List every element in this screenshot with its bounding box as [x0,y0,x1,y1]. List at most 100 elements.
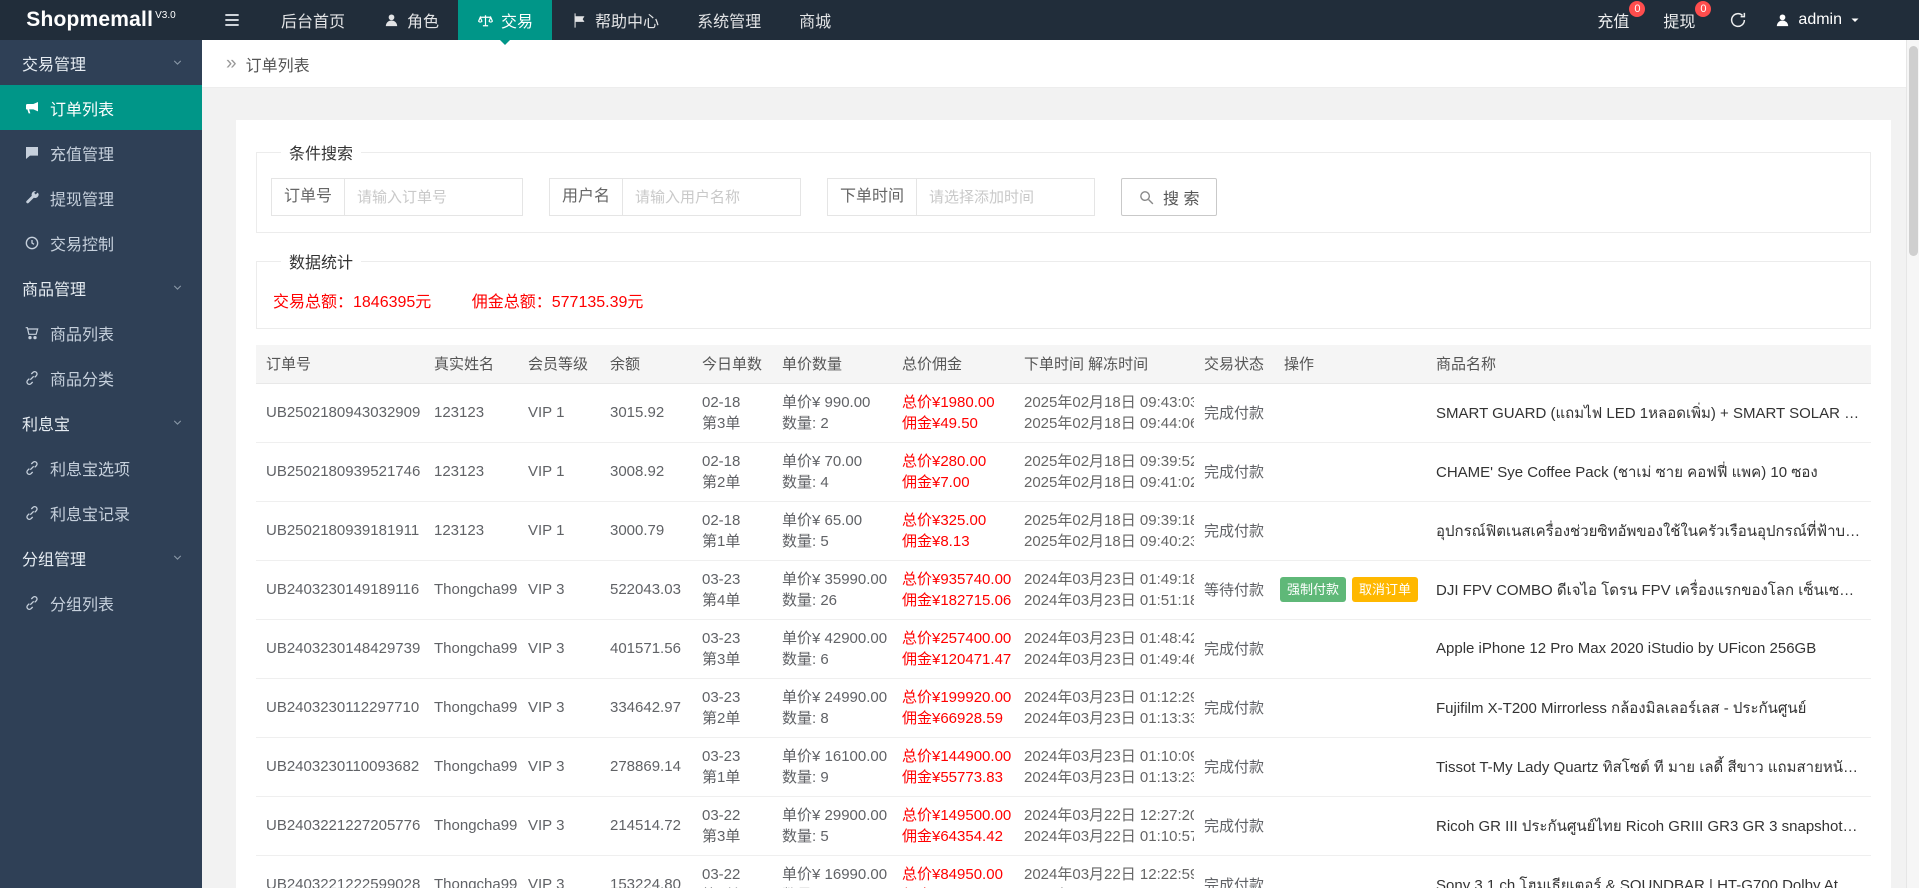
cell-price-qty: 单价¥ 990.00 数量: 2 [772,383,892,443]
sidebar-item-order-list[interactable]: 订单列表 [0,85,202,130]
chat-icon [24,145,40,161]
cell-order-no: UB2502180943032909 [256,383,424,443]
cell-today-orders: 03-23 第2单 [692,678,772,738]
nav-item-trade[interactable]: 交易 [458,0,553,40]
sidebar-group-interest[interactable]: 利息宝 [0,400,202,445]
cell-today-orders: 03-23 第3单 [692,619,772,679]
refresh-icon[interactable] [1712,0,1764,40]
cancel-order-button[interactable]: 取消订单 [1352,576,1419,603]
nav-item-help-center[interactable]: 帮助中心 [552,0,678,40]
cell-actions [1274,442,1426,502]
app-logo[interactable]: Shopmemall V3.0 [0,0,202,40]
chevron-down-icon [171,281,184,294]
search-icon [1138,189,1155,206]
cell-balance: 153224.80 [600,855,692,888]
nav-item-mall[interactable]: 商城 [780,0,850,40]
table-row: UB2502180943032909 123123 VIP 1 3015.92 02-1… [256,383,1871,443]
sidebar-group-label: 利息宝 [22,416,71,434]
cell-line: 第2单 [702,709,741,727]
main-area: » 订单列表 条件搜索 订单号 用户名 [202,40,1919,888]
recharge-badge: 0 [1629,1,1646,17]
sidebar-item-product-category[interactable]: 商品分类 [0,355,202,400]
order-icon [24,100,40,116]
cell-actions [1274,501,1426,561]
breadcrumb-chevrons-icon: » [226,52,237,74]
table-row: UB2403221222599028 Thongcha99 VIP 3 153224.… [256,855,1871,888]
cell-line: 单价¥ 65.00 [782,511,863,529]
cell-trade-status: 完成付款 [1194,619,1274,679]
recharge-label: 充值 [1597,14,1630,31]
sidebar-group-trade-manage[interactable]: 交易管理 [0,40,202,85]
sidebar-group-label: 交易管理 [22,56,87,74]
cell-product-name: DJI FPV COMBO ดีเจไอ โดรน FPV เครื่องแรก… [1426,560,1871,620]
cell-balance: 3000.79 [600,501,692,561]
nav-item-system-manage[interactable]: 系统管理 [678,0,780,40]
cell-balance: 522043.03 [600,560,692,620]
search-button[interactable]: 搜 索 [1121,178,1217,216]
cell-order-no: UB2403230110093682 [256,737,424,797]
withdraw-badge: 0 [1695,1,1712,17]
cell-line: 佣金¥55773.83 [902,768,1003,786]
trade-icon [477,12,494,29]
sidebar-item-interest-records[interactable]: 利息宝记录 [0,490,202,535]
cell-line: 03-23 [702,688,741,706]
cell-line: 2024年03月22日 12:22:59 [1024,865,1194,883]
nav-item-home[interactable]: 后台首页 [262,0,364,40]
cell-trade-status: 完成付款 [1194,501,1274,561]
cell-line: 2025年02月18日 09:39:52 [1024,452,1194,470]
cell-balance: 3015.92 [600,383,692,443]
cart-icon [24,325,40,341]
sidebar-item-trade-control[interactable]: 交易控制 [0,220,202,265]
stats-fieldset: 数据统计 交易总额：1846395元 佣金总额：577135.39元 [256,249,1871,329]
app-name: Shopmemall [26,8,154,31]
cell-line: 单价¥ 24990.00 [782,688,888,706]
column-header: 操作 [1274,345,1426,384]
sidebar-item-product-list[interactable]: 商品列表 [0,310,202,355]
hamburger-icon[interactable] [202,0,262,40]
order-no-input[interactable] [345,178,524,216]
cell-line: 数量: 26 [782,591,838,609]
sidebar-item-group-list[interactable]: 分组列表 [0,580,202,625]
breadcrumb-label: 订单列表 [245,57,310,75]
cell-order-unfreeze-time: 2025年02月18日 09:39:52 2025年02月18日 09:41:02 [1014,442,1194,502]
table-body: UB2502180943032909 123123 VIP 1 3015.92 02-1… [256,383,1871,888]
sidebar-item-interest-options[interactable]: 利息宝选项 [0,445,202,490]
sidebar: 交易管理订单列表充值管理提现管理 交易控制 商品管理 商品列表 商品分类利息宝利息宝选项… [0,40,202,888]
sidebar-item-withdraw-manage[interactable]: 提现管理 [0,175,202,220]
cell-today-orders: 02-18 第2单 [692,442,772,502]
sidebar-item-label: 充值管理 [50,146,115,164]
username-label: 用户名 [549,178,624,216]
order-list-card: 条件搜索 订单号 用户名 下单时间 [236,120,1891,888]
stat-total-commission: 佣金总额：577135.39元 [471,294,644,311]
cell-total-commission: 总价¥84950.00 佣金¥61289.92 [892,855,1014,888]
cell-line: 总价¥280.00 [902,452,987,470]
cell-total-commission: 总价¥199920.00 佣金¥66928.59 [892,678,1014,738]
cell-line: 2025年02月18日 09:43:03 [1024,393,1194,411]
sidebar-group-group-manage[interactable]: 分组管理 [0,535,202,580]
cell-line: 总价¥144900.00 [902,747,1012,765]
username-input[interactable] [623,178,802,216]
cell-price-qty: 单价¥ 16100.00 数量: 9 [772,737,892,797]
cell-actions: 强制付款 取消订单 [1274,560,1426,620]
force-pay-button[interactable]: 强制付款 [1280,576,1347,603]
recharge-button[interactable]: 充值 0 [1580,0,1646,40]
withdraw-button[interactable]: 提现 0 [1646,0,1712,40]
username-field-group: 用户名 [549,178,802,216]
nav-item-role[interactable]: 角色 [364,0,458,40]
cell-line: 佣金¥8.13 [902,532,970,550]
vertical-scrollbar[interactable] [1906,40,1919,888]
cell-line: 佣金¥182715.06 [902,591,1012,609]
user-menu[interactable]: admin [1764,11,1871,29]
cell-line: 佣金¥49.50 [902,414,978,432]
table-header-row: 订单号 真实姓名 会员等级 余额 今日单数 单价数量 总价佣金 下单时间 解冻时间 交易状态 操作… [256,345,1871,384]
cell-order-unfreeze-time: 2025年02月18日 09:39:18 2025年02月18日 09:40:23 [1014,501,1194,561]
scrollbar-thumb[interactable] [1909,46,1918,256]
cell-real-name: 123123 [424,442,518,502]
link-icon [24,505,40,521]
sidebar-group-product-manage[interactable]: 商品管理 [0,265,202,310]
cell-vip-level: VIP 3 [518,619,600,679]
sidebar-item-recharge-manage[interactable]: 充值管理 [0,130,202,175]
cell-line: 佣金¥64354.42 [902,827,1003,845]
order-time-input[interactable] [917,178,1096,216]
cell-order-unfreeze-time: 2024年03月22日 12:22:59 2024年03月22日 12:28:09 [1014,855,1194,888]
